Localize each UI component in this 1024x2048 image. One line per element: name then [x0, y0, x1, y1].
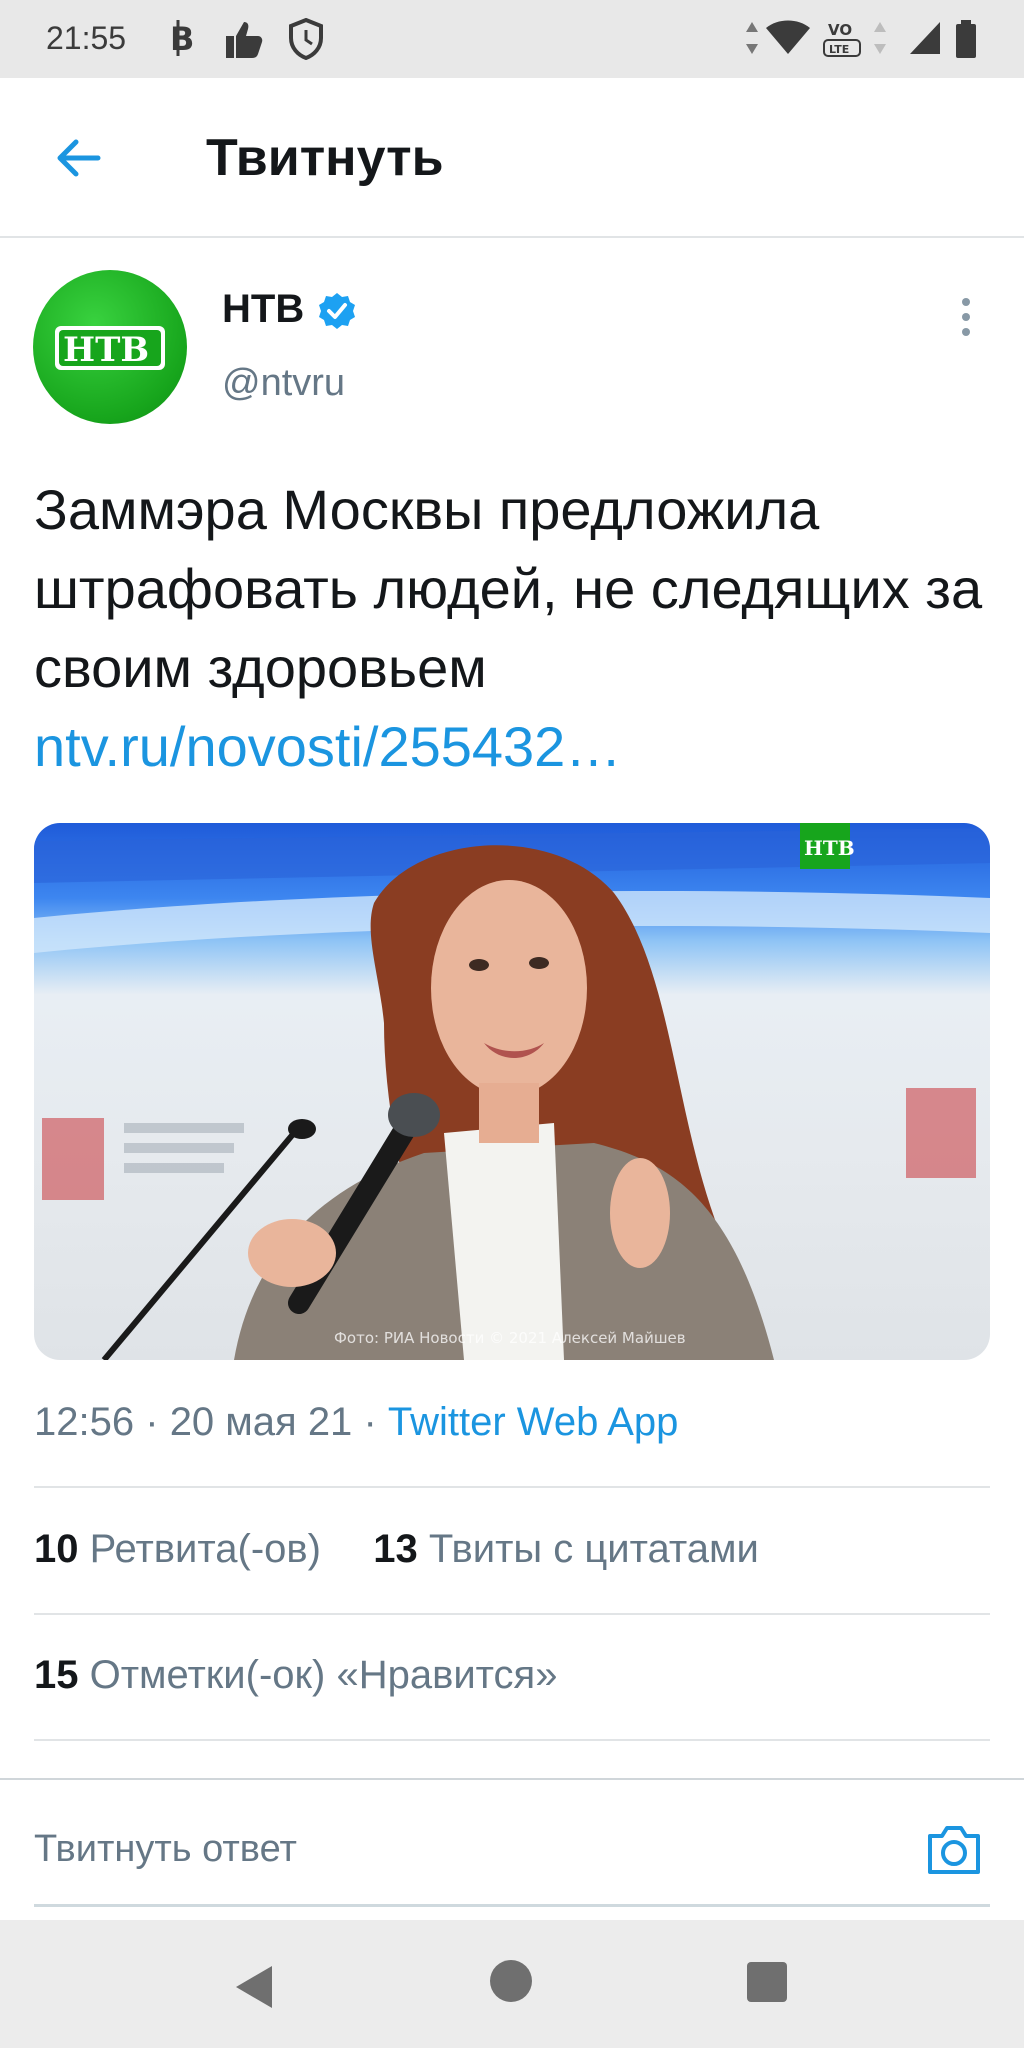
tweet-source-link[interactable]: Twitter Web App — [388, 1400, 679, 1444]
svg-text:VO: VO — [828, 21, 852, 39]
ntv-logo-icon: НТВ — [55, 326, 165, 370]
verified-badge-icon — [318, 292, 356, 330]
shield-icon — [288, 17, 324, 65]
retweet-quote-stats: 10 Ретвита(-ов) 13 Твиты с цитатами — [34, 1527, 759, 1572]
more-options-icon[interactable] — [954, 296, 978, 338]
nav-back-icon[interactable] — [232, 1964, 276, 2015]
tweet-date: 20 мая 21 — [169, 1400, 353, 1444]
quotes-label: Твиты с цитатами — [428, 1527, 759, 1571]
retweets-label: Ретвита(-ов) — [89, 1527, 321, 1571]
tweet-body: Заммэра Москвы предложила штрафовать люд… — [34, 478, 983, 699]
reply-underline — [34, 1904, 990, 1907]
likes-stat[interactable]: 15 Отметки(-ок) «Нравится» — [34, 1653, 557, 1698]
svg-text:LTE: LTE — [829, 43, 849, 56]
svg-text:Фото: РИА Новости © 2021 Алекс: Фото: РИА Новости © 2021 Алексей Майшев — [334, 1329, 686, 1347]
svg-text:B: B — [170, 20, 194, 58]
retweets-stat[interactable]: 10 Ретвита(-ов) — [34, 1527, 321, 1571]
tweet-link[interactable]: ntv.ru/novosti/255432… — [34, 707, 994, 786]
camera-icon[interactable] — [924, 1822, 984, 1878]
system-navigation-bar — [0, 1920, 1024, 2048]
avatar[interactable]: НТВ — [33, 270, 187, 424]
quotes-stat[interactable]: 13 Твиты с цитатами — [373, 1527, 759, 1571]
likes-count: 15 — [34, 1653, 79, 1697]
nav-home-icon[interactable] — [490, 1960, 532, 2002]
tweet-timestamp: 12:56 · 20 мая 21 · Twitter Web App — [34, 1400, 678, 1445]
divider — [34, 1486, 990, 1488]
svg-text:НТВ: НТВ — [804, 836, 855, 860]
status-time: 21:55 — [46, 20, 127, 56]
divider — [34, 1739, 990, 1741]
page-title: Твитнуть — [206, 129, 444, 187]
quotes-count: 13 — [373, 1527, 418, 1571]
svg-text:НТВ: НТВ — [63, 330, 149, 370]
battery-icon — [954, 18, 978, 65]
top-app-bar: Твитнуть — [0, 78, 1024, 236]
volte-icon: VO LTE — [822, 18, 864, 65]
status-bar: 21:55 B VO LTE — [0, 0, 1024, 78]
arrow-left-icon[interactable] — [54, 134, 102, 182]
tweet-text: Заммэра Москвы предложила штрафовать люд… — [34, 470, 994, 786]
data-arrows-icon — [744, 18, 760, 63]
likes-label: Отметки(-ок) «Нравится» — [89, 1653, 558, 1697]
header-divider — [0, 236, 1024, 238]
wifi-icon — [764, 18, 812, 63]
divider — [34, 1613, 990, 1615]
bitcoin-icon: B — [168, 18, 198, 63]
retweets-count: 10 — [34, 1527, 79, 1571]
thumbs-up-icon — [222, 18, 266, 65]
author-name[interactable]: НТВ — [222, 287, 304, 332]
author-handle[interactable]: @ntvru — [222, 362, 345, 405]
tweet-time: 12:56 — [34, 1400, 135, 1444]
nav-recents-icon[interactable] — [747, 1962, 787, 2002]
reply-input[interactable]: Твитнуть ответ — [34, 1828, 297, 1871]
tweet-media-image[interactable]: НТВ Фото: РИА Новости © 2021 Алексей Май… — [34, 823, 990, 1360]
meta-separator: · — [363, 1400, 377, 1444]
reply-divider — [0, 1778, 1024, 1780]
meta-separator: · — [145, 1400, 159, 1444]
data-arrows-icon — [872, 18, 888, 63]
signal-icon — [908, 18, 942, 63]
